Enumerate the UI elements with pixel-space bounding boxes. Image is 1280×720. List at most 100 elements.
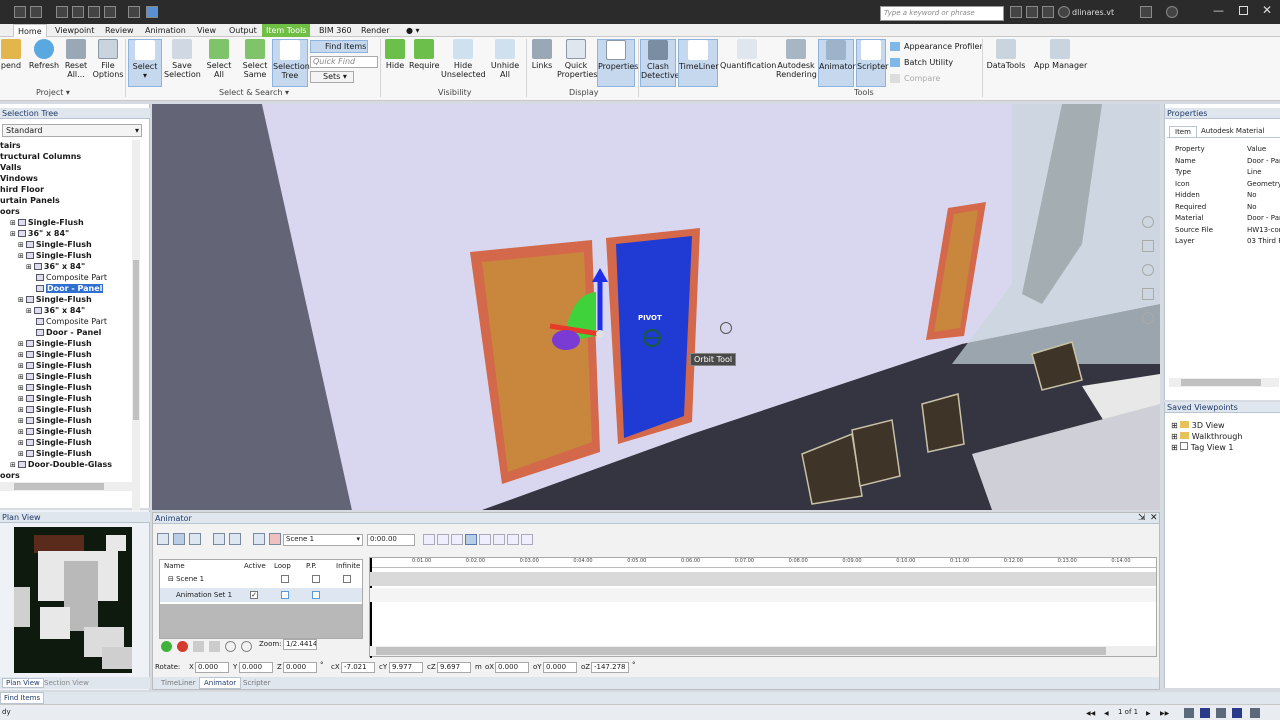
stop-icon[interactable] — [479, 534, 491, 545]
pin-icon[interactable]: ⇲ — [1138, 513, 1146, 523]
tab-animator[interactable]: Animator — [199, 677, 242, 689]
expand-icon[interactable]: ⊞ — [10, 219, 16, 227]
exchange-icon[interactable] — [1140, 6, 1152, 18]
undo-icon[interactable] — [88, 6, 100, 18]
redo-icon[interactable] — [104, 6, 116, 18]
minimize-icon[interactable]: — — [1213, 4, 1224, 17]
tab-section-view[interactable]: Section View — [44, 679, 89, 687]
tree-item[interactable]: ⊞ Single-Flush — [0, 448, 130, 459]
expand-icon[interactable]: ⊞ — [18, 296, 24, 304]
prev-page-icon[interactable]: ◀ — [1104, 710, 1109, 717]
active-checkbox[interactable]: ✓ — [250, 591, 258, 599]
tree-item[interactable]: tructural Columns — [0, 151, 130, 162]
tree-item[interactable]: Composite Part — [0, 316, 130, 327]
batch-utility-button[interactable]: Batch Utility — [890, 58, 953, 67]
subscription-icon[interactable] — [1026, 6, 1038, 18]
rewind-icon[interactable] — [423, 534, 435, 545]
color-icon[interactable] — [229, 533, 241, 545]
tree-item[interactable]: tairs — [0, 140, 130, 151]
next-page-icon[interactable]: ▶ — [1146, 710, 1151, 717]
tab-view[interactable]: View — [193, 24, 220, 37]
expand-icon[interactable]: ⊞ — [18, 351, 24, 359]
tree-item[interactable]: Vindows — [0, 173, 130, 184]
tree-item[interactable]: ⊞ Single-Flush — [0, 250, 130, 261]
tree-item[interactable]: ⊞ Single-Flush — [0, 217, 130, 228]
loop-checkbox[interactable] — [281, 575, 289, 583]
table-row[interactable]: Layer 03 Third Fl — [1171, 236, 1280, 248]
maximize-icon[interactable] — [1239, 6, 1248, 15]
table-row[interactable]: Name Door - Pan — [1171, 156, 1280, 168]
expand-icon[interactable]: ⊞ — [18, 252, 24, 260]
list-item[interactable]: ⊞ Walkthrough — [1171, 431, 1279, 442]
table-row[interactable]: ⊟ Scene 1 — [160, 572, 362, 586]
tab-find-items[interactable]: Find Items — [0, 692, 45, 704]
select-cursor-icon[interactable] — [146, 6, 158, 18]
expand-icon[interactable]: ⊞ — [18, 417, 24, 425]
tab-scripter[interactable]: Scripter — [243, 679, 271, 687]
list-item[interactable]: ⊞ Tag View 1 — [1171, 442, 1279, 453]
table-row[interactable]: Material Door - Pan — [1171, 213, 1280, 225]
select-all-button[interactable]: Select All — [204, 39, 234, 87]
tree-item[interactable]: ⊞ 36" x 84" — [0, 228, 130, 239]
table-row[interactable]: Animation Set 1 ✓ — [160, 588, 362, 602]
properties-hscrollbar[interactable] — [1169, 378, 1279, 387]
timeliner-button[interactable]: TimeLiner — [678, 39, 719, 87]
save-icon[interactable] — [56, 6, 68, 18]
tree-item[interactable]: ⊞ Single-Flush — [0, 338, 130, 349]
expand-icon[interactable]: ⊞ — [10, 461, 16, 469]
list-item[interactable]: ⊞ 3D View — [1171, 420, 1279, 431]
table-row[interactable]: Type Line — [1171, 167, 1280, 179]
expand-icon[interactable]: ⊞ — [18, 340, 24, 348]
print-icon[interactable] — [72, 6, 84, 18]
hide-unselected-button[interactable]: Hide Unselected — [441, 39, 486, 87]
tree-item[interactable]: ⊞ Single-Flush — [0, 294, 130, 305]
table-row[interactable]: Required No — [1171, 202, 1280, 214]
expand-icon[interactable]: ⊞ — [18, 362, 24, 370]
rotate-icon[interactable] — [189, 533, 201, 545]
tree-item[interactable]: ⊞ Door-Double-Glass — [0, 459, 130, 470]
search-input[interactable]: Type a keyword or phrase — [880, 6, 1004, 21]
compare-button[interactable]: Compare — [890, 74, 940, 83]
sets-dropdown[interactable]: Sets ▾ — [310, 71, 354, 83]
user-name[interactable]: dlinares.vt — [1072, 8, 1114, 17]
save-selection-button[interactable]: Save Selection — [164, 39, 201, 87]
translate-icon[interactable] — [173, 533, 185, 545]
quick-find-input[interactable]: Quick Find — [310, 56, 378, 68]
disk-icon[interactable] — [1250, 708, 1260, 718]
tree-item[interactable]: ⊞ Single-Flush — [0, 360, 130, 371]
time-input[interactable]: 0:00.00 — [367, 534, 415, 546]
rotate-y-input[interactable]: 0.000 — [239, 662, 273, 673]
steering-wheel-icon[interactable] — [1142, 216, 1154, 228]
tree-item[interactable]: ⊞ Single-Flush — [0, 382, 130, 393]
tree-item[interactable]: oors — [0, 470, 130, 481]
rotate-z-input[interactable]: 0.000 — [283, 662, 317, 673]
table-row[interactable]: Hidden No — [1171, 190, 1280, 202]
cz-input[interactable]: 9.697 — [437, 662, 471, 673]
datatools-button[interactable]: DataTools — [986, 39, 1026, 87]
look-icon[interactable] — [1142, 312, 1154, 324]
first-page-icon[interactable]: ◀◀ — [1086, 710, 1095, 717]
expand-icon[interactable]: ⊞ — [26, 307, 32, 315]
tree-item[interactable]: ⊞ Single-Flush — [0, 239, 130, 250]
oz-input[interactable]: -147.278 — [591, 662, 629, 673]
expand-icon[interactable]: ⊞ — [18, 406, 24, 414]
tab-viewpoint[interactable]: Viewpoint — [51, 24, 98, 37]
appearance-profiler-button[interactable]: Appearance Profiler — [890, 42, 983, 51]
pan-icon[interactable] — [1142, 240, 1154, 252]
tree-item[interactable]: ⊞ Single-Flush — [0, 349, 130, 360]
binoculars-icon[interactable] — [1010, 6, 1022, 18]
refresh-icon[interactable] — [128, 6, 140, 18]
zoom-out-icon[interactable] — [241, 641, 252, 652]
expand-icon[interactable]: ⊞ — [26, 263, 32, 271]
find-items-button[interactable]: Find Items — [310, 40, 368, 53]
group-project[interactable]: Project ▾ — [36, 88, 70, 97]
play-icon[interactable] — [493, 534, 505, 545]
timeline-area[interactable]: 0:01.00 0:02.00 0:03.00 0:04.00 0:05.00 0:06.… — [369, 557, 1157, 658]
performance-icon[interactable] — [1200, 708, 1210, 718]
capture-keyframe-icon[interactable] — [253, 533, 265, 545]
zoom-icon[interactable] — [1142, 264, 1154, 276]
expand-icon[interactable]: ⊞ — [18, 395, 24, 403]
tab-autodesk-material[interactable]: Autodesk Material — [1201, 127, 1264, 135]
pp-checkbox[interactable] — [312, 591, 320, 599]
cy-input[interactable]: 9.977 — [389, 662, 423, 673]
